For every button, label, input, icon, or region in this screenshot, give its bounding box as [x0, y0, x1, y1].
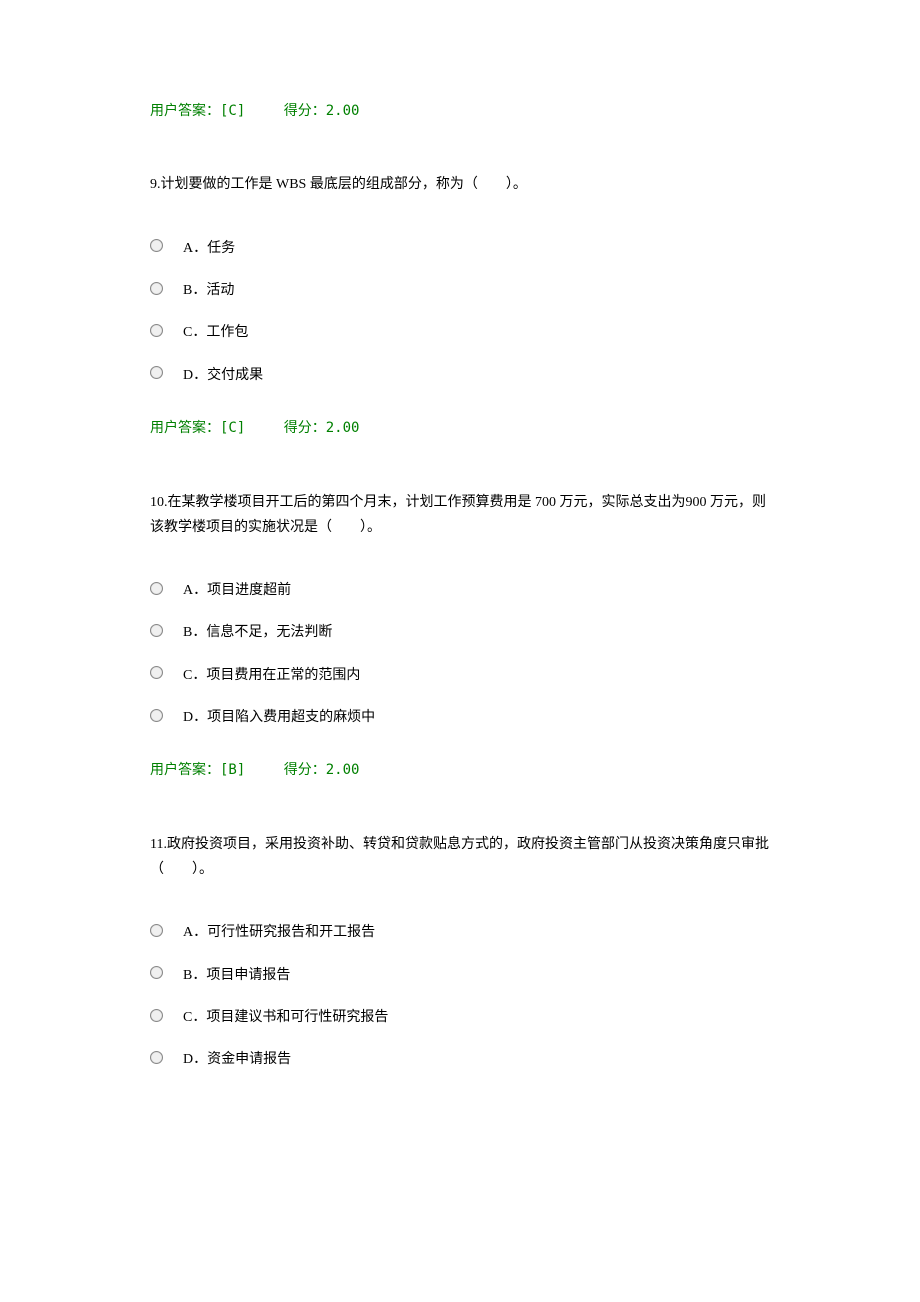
radio-icon[interactable]	[150, 1009, 163, 1022]
score-label: 得分：	[284, 762, 326, 778]
question-9: 9.计划要做的工作是 WBS 最底层的组成部分，称为（ ）。 A．任务 B．活动…	[150, 172, 770, 439]
q9-option-b[interactable]: B．活动	[150, 280, 770, 302]
q10-score-value: 2.00	[326, 762, 360, 778]
radio-icon[interactable]	[150, 666, 163, 679]
q11-option-b-text: B．项目申请报告	[183, 965, 290, 987]
q10-option-d-text: D．项目陷入费用超支的麻烦中	[183, 707, 375, 729]
q11-option-a-text: A．可行性研究报告和开工报告	[183, 922, 375, 944]
q9-option-b-text: B．活动	[183, 280, 234, 302]
radio-icon[interactable]	[150, 1051, 163, 1064]
q11-option-c[interactable]: C．项目建议书和可行性研究报告	[150, 1007, 770, 1029]
q10-text: 10.在某教学楼项目开工后的第四个月末，计划工作预算费用是 700 万元，实际总…	[150, 490, 770, 540]
q10-option-d[interactable]: D．项目陷入费用超支的麻烦中	[150, 707, 770, 729]
answer-label: 用户答案：	[150, 762, 220, 778]
radio-icon[interactable]	[150, 966, 163, 979]
radio-icon[interactable]	[150, 709, 163, 722]
q10-answer-value: [B]	[220, 762, 245, 778]
q10-option-a[interactable]: A．项目进度超前	[150, 580, 770, 602]
q9-option-c[interactable]: C．工作包	[150, 322, 770, 344]
q9-option-c-text: C．工作包	[183, 322, 248, 344]
radio-icon[interactable]	[150, 624, 163, 637]
answer-label: 用户答案：	[150, 420, 220, 436]
question-11: 11.政府投资项目，采用投资补助、转贷和贷款贴息方式的，政府投资主管部门从投资决…	[150, 832, 770, 1072]
q11-option-c-text: C．项目建议书和可行性研究报告	[183, 1007, 388, 1029]
q9-option-a[interactable]: A．任务	[150, 238, 770, 260]
q9-score-value: 2.00	[326, 420, 360, 436]
q8-answer-value: [C]	[220, 103, 245, 119]
radio-icon[interactable]	[150, 324, 163, 337]
radio-icon[interactable]	[150, 239, 163, 252]
answer-label: 用户答案：	[150, 103, 220, 119]
q10-options: A．项目进度超前 B．信息不足，无法判断 C．项目费用在正常的范围内 D．项目陷…	[150, 580, 770, 730]
q9-options: A．任务 B．活动 C．工作包 D．交付成果	[150, 238, 770, 388]
q10-option-a-text: A．项目进度超前	[183, 580, 291, 602]
q8-answer-line: 用户答案：[C] 得分：2.00	[150, 100, 770, 122]
q9-answer-value: [C]	[220, 420, 245, 436]
q10-option-b-text: B．信息不足，无法判断	[183, 622, 332, 644]
q10-option-c-text: C．项目费用在正常的范围内	[183, 665, 360, 687]
radio-icon[interactable]	[150, 924, 163, 937]
question-10: 10.在某教学楼项目开工后的第四个月末，计划工作预算费用是 700 万元，实际总…	[150, 490, 770, 782]
q9-option-d[interactable]: D．交付成果	[150, 365, 770, 387]
radio-icon[interactable]	[150, 582, 163, 595]
q8-score-value: 2.00	[326, 103, 360, 119]
q11-text: 11.政府投资项目，采用投资补助、转贷和贷款贴息方式的，政府投资主管部门从投资决…	[150, 832, 770, 882]
q10-option-b[interactable]: B．信息不足，无法判断	[150, 622, 770, 644]
q9-answer-line: 用户答案：[C] 得分：2.00	[150, 417, 770, 439]
score-label: 得分：	[284, 103, 326, 119]
q11-option-a[interactable]: A．可行性研究报告和开工报告	[150, 922, 770, 944]
q10-option-c[interactable]: C．项目费用在正常的范围内	[150, 665, 770, 687]
q11-options: A．可行性研究报告和开工报告 B．项目申请报告 C．项目建议书和可行性研究报告 …	[150, 922, 770, 1072]
radio-icon[interactable]	[150, 366, 163, 379]
q9-option-d-text: D．交付成果	[183, 365, 263, 387]
q9-text: 9.计划要做的工作是 WBS 最底层的组成部分，称为（ ）。	[150, 172, 770, 197]
q11-option-b[interactable]: B．项目申请报告	[150, 965, 770, 987]
q9-option-a-text: A．任务	[183, 238, 235, 260]
q11-option-d-text: D．资金申请报告	[183, 1049, 291, 1071]
q10-answer-line: 用户答案：[B] 得分：2.00	[150, 759, 770, 781]
score-label: 得分：	[284, 420, 326, 436]
radio-icon[interactable]	[150, 282, 163, 295]
q11-option-d[interactable]: D．资金申请报告	[150, 1049, 770, 1071]
